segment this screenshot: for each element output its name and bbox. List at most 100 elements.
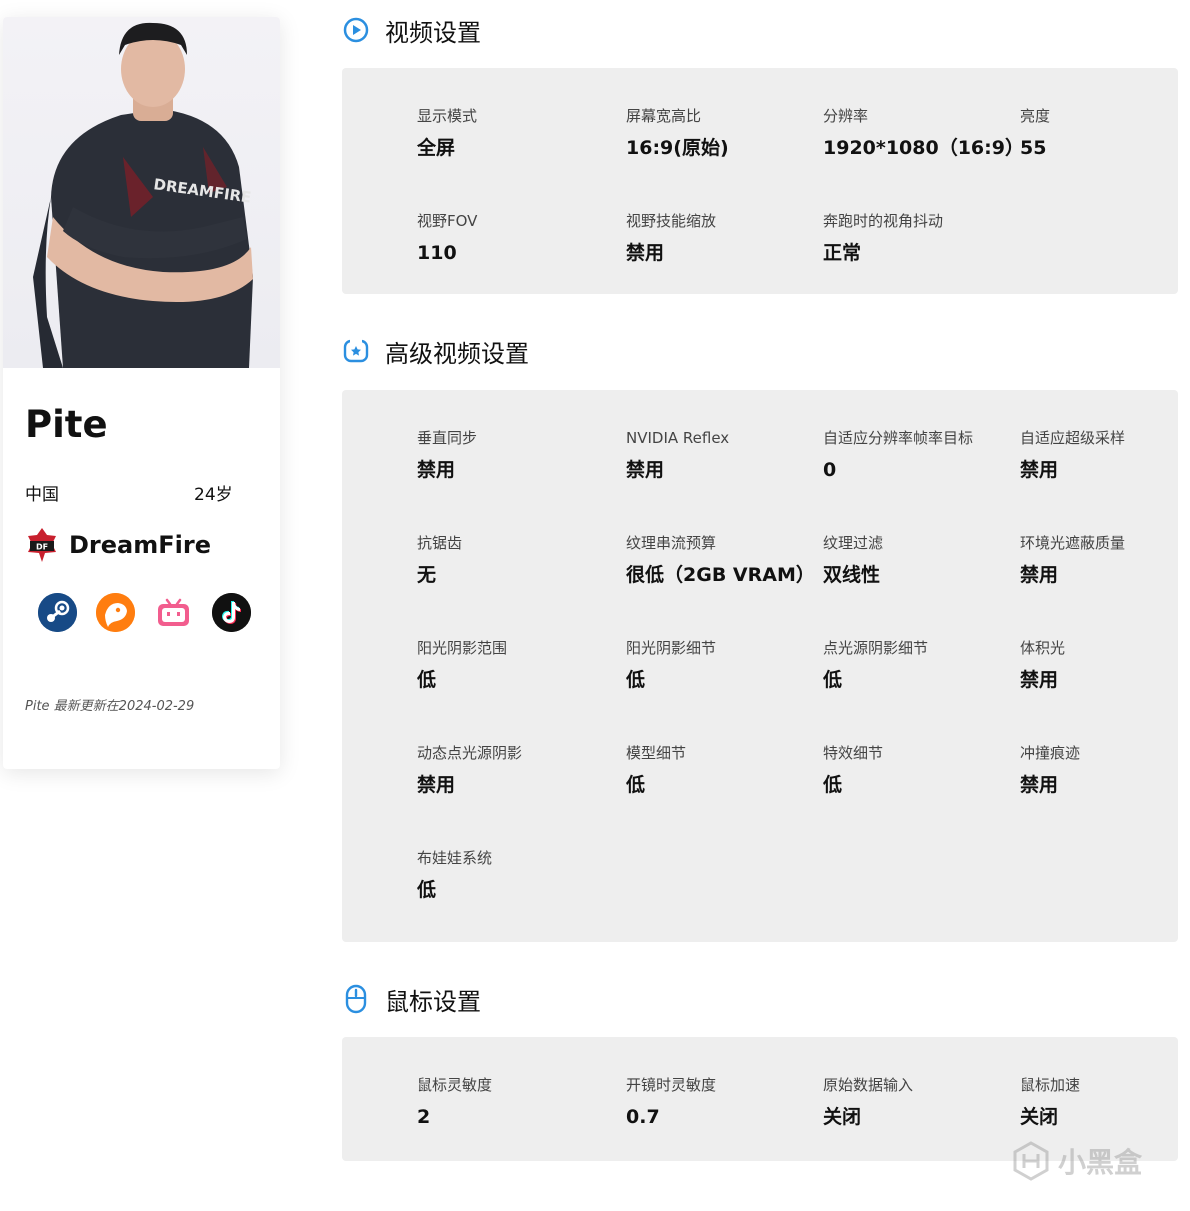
setting-item: 纹理过滤 双线性 (823, 533, 883, 587)
setting-label: 原始数据输入 (823, 1076, 914, 1094)
advanced-settings-panel: 垂直同步 禁用 NVIDIA Reflex 禁用 自适应分辨率帧率目标 0 自适… (342, 390, 1178, 942)
setting-label: 鼠标灵敏度 (417, 1076, 493, 1094)
setting-item: 布娃娃系统 低 (417, 848, 492, 902)
video-section-title: 视频设置 (385, 18, 481, 47)
setting-item: 体积光 禁用 (1020, 638, 1065, 692)
setting-item: NVIDIA Reflex 禁用 (626, 428, 729, 482)
setting-item: 屏幕宽高比 16:9(原始) (626, 106, 729, 160)
setting-item: 冲撞痕迹 禁用 (1020, 743, 1080, 797)
player-name: Pite (25, 403, 108, 446)
social-links (38, 593, 251, 632)
setting-label: 阳光阴影范围 (417, 639, 508, 657)
setting-label: 纹理过滤 (823, 534, 884, 552)
setting-label: 动态点光源阴影 (417, 744, 523, 762)
player-photo: DREAMFIRE (3, 17, 280, 368)
setting-item: 视野FOV 110 (417, 211, 477, 265)
setting-item: 自适应超级采样 禁用 (1020, 428, 1125, 482)
setting-item: 自适应分辨率帧率目标 0 (823, 428, 973, 482)
setting-value: 禁用 (1020, 459, 1059, 481)
setting-label: 环境光遮蔽质量 (1020, 534, 1126, 552)
setting-label: 自适应分辨率帧率目标 (823, 429, 974, 447)
setting-value: 禁用 (626, 459, 665, 481)
setting-value: 禁用 (1020, 774, 1059, 796)
setting-label: 体积光 (1020, 639, 1066, 657)
setting-label: 视野技能缩放 (626, 212, 717, 230)
setting-value: 很低（2GB VRAM） (626, 564, 815, 586)
setting-item: 开镜时灵敏度 0.7 (626, 1075, 716, 1129)
watermark: 小黑盒 (1010, 1140, 1142, 1182)
setting-item: 亮度 55 (1020, 106, 1050, 160)
setting-value: 55 (1020, 137, 1047, 159)
setting-value: 1920*1080（16:9） (823, 137, 1024, 159)
setting-value: 禁用 (626, 242, 665, 264)
setting-label: 开镜时灵敏度 (626, 1076, 717, 1094)
setting-label: 特效细节 (823, 744, 884, 762)
setting-value: 全屏 (417, 137, 456, 159)
setting-value: 0.7 (626, 1106, 660, 1128)
setting-label: 布娃娃系统 (417, 849, 493, 867)
setting-value: 低 (626, 669, 646, 691)
video-settings-panel: 显示模式 全屏 屏幕宽高比 16:9(原始) 分辨率 1920*1080（16:… (342, 68, 1178, 294)
last-updated: Pite 最新更新在2024-02-29 (25, 699, 195, 714)
setting-item: 动态点光源阴影 禁用 (417, 743, 522, 797)
setting-value: 禁用 (1020, 669, 1059, 691)
setting-value: 低 (417, 879, 437, 901)
tiktok-icon[interactable] (212, 593, 251, 632)
setting-item: 显示模式 全屏 (417, 106, 477, 160)
setting-value: 低 (626, 774, 646, 796)
setting-label: 点光源阴影细节 (823, 639, 929, 657)
team-link[interactable]: DF DreamFire (25, 525, 211, 565)
setting-item: 鼠标加速 关闭 (1020, 1075, 1080, 1129)
advanced-section-title: 高级视频设置 (385, 339, 529, 368)
team-logo-icon: DF (28, 528, 56, 562)
setting-item: 鼠标灵敏度 2 (417, 1075, 492, 1129)
video-section-header: 视频设置 (342, 15, 481, 47)
mouse-icon (342, 984, 370, 1014)
setting-value: 禁用 (417, 774, 456, 796)
player-country: 中国 (25, 485, 59, 505)
setting-item: 阳光阴影细节 低 (626, 638, 716, 692)
watermark-text: 小黑盒 (1058, 1146, 1143, 1179)
setting-label: 奔跑时的视角抖动 (823, 212, 944, 230)
setting-item: 抗锯齿 无 (417, 533, 462, 587)
setting-item: 垂直同步 禁用 (417, 428, 477, 482)
steam-icon[interactable] (38, 593, 77, 632)
setting-label: 自适应超级采样 (1020, 429, 1126, 447)
setting-value: 禁用 (1020, 564, 1059, 586)
setting-value: 关闭 (1020, 1106, 1059, 1128)
setting-label: 显示模式 (417, 107, 478, 125)
setting-value: 2 (417, 1106, 431, 1128)
mouse-section-title: 鼠标设置 (385, 987, 481, 1016)
setting-value: 低 (823, 774, 843, 796)
bilibili-icon[interactable] (154, 593, 193, 632)
setting-item: 视野技能缩放 禁用 (626, 211, 716, 265)
setting-value: 无 (417, 564, 437, 586)
setting-label: 阳光阴影细节 (626, 639, 717, 657)
setting-value: 0 (823, 459, 837, 481)
setting-label: 冲撞痕迹 (1020, 744, 1081, 762)
setting-label: 纹理串流预算 (626, 534, 717, 552)
setting-label: 分辨率 (823, 107, 869, 125)
setting-item: 模型细节 低 (626, 743, 686, 797)
setting-label: NVIDIA Reflex (626, 429, 730, 447)
setting-item: 阳光阴影范围 低 (417, 638, 507, 692)
setting-value: 禁用 (417, 459, 456, 481)
setting-value: 低 (823, 669, 843, 691)
douyu-icon[interactable] (96, 593, 135, 632)
heybox-logo-icon (1013, 1141, 1049, 1181)
team-name: DreamFire (69, 531, 211, 559)
setting-value: 16:9(原始) (626, 137, 729, 159)
setting-label: 垂直同步 (417, 429, 478, 447)
mouse-section-header: 鼠标设置 (342, 984, 481, 1016)
badge-icon (342, 337, 370, 365)
setting-item: 点光源阴影细节 低 (823, 638, 928, 692)
player-age: 24岁 (194, 485, 233, 505)
setting-item: 分辨率 1920*1080（16:9） (823, 106, 1024, 160)
play-circle-icon (342, 16, 370, 44)
setting-item: 奔跑时的视角抖动 正常 (823, 211, 943, 265)
setting-value: 双线性 (823, 564, 881, 586)
setting-label: 鼠标加速 (1020, 1076, 1081, 1094)
setting-item: 纹理串流预算 很低（2GB VRAM） (626, 533, 815, 587)
setting-item: 原始数据输入 关闭 (823, 1075, 913, 1129)
svg-text:DF: DF (36, 543, 48, 552)
